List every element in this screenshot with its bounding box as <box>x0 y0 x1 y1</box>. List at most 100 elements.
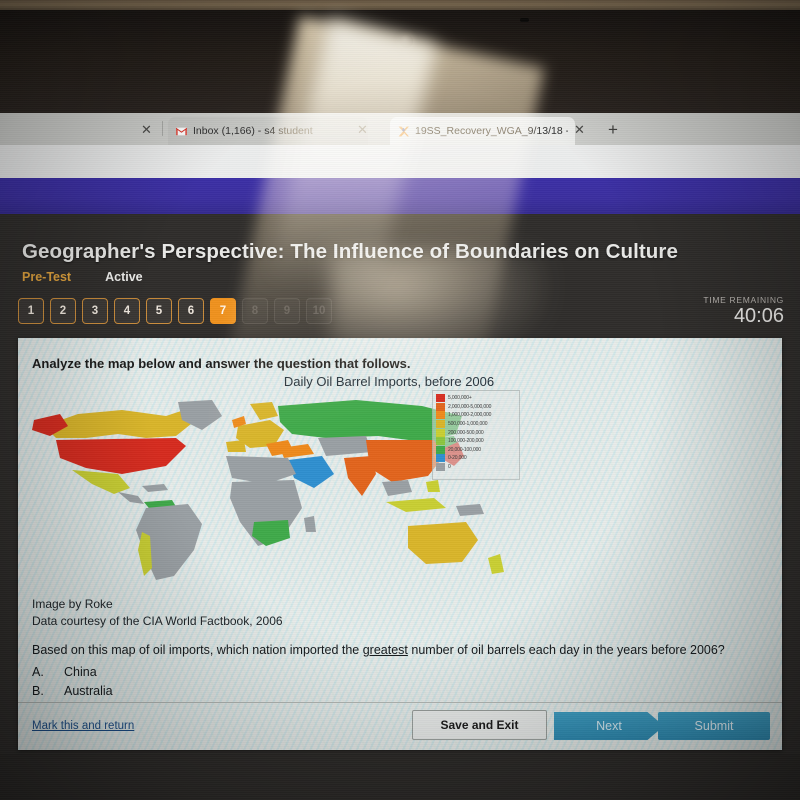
footer-divider <box>18 702 782 703</box>
region-united-states <box>56 438 186 474</box>
answer-letter-a: A. <box>32 665 44 679</box>
mark-and-return-link[interactable]: Mark this and return <box>32 720 134 732</box>
address-bar[interactable]: ity.com/Player/ <box>0 145 800 312</box>
assignment-meta: Pre-Test Active <box>22 270 143 284</box>
gmail-icon <box>175 125 188 138</box>
question-button-9: 9 <box>274 298 300 324</box>
region-new-zealand <box>488 554 504 574</box>
credit-line-1: Image by Roke <box>32 597 113 611</box>
legend-row: 5,000,000+ <box>436 394 517 403</box>
legend-row: 0 <box>436 463 517 472</box>
legend-row: 1,000,000-2,000,000 <box>436 411 517 420</box>
legend-label: 200,000-500,000 <box>448 429 484 436</box>
question-stem-before: Based on this map of oil imports, which … <box>32 643 363 657</box>
submit-button[interactable]: Submit <box>658 712 770 740</box>
legend-label: 5,000,000+ <box>448 395 472 402</box>
legend-swatch <box>436 437 445 446</box>
image-credit: Image by Roke Data courtesy of the CIA W… <box>32 596 283 630</box>
new-tab-button[interactable]: + <box>608 121 618 138</box>
legend-swatch <box>436 445 445 454</box>
legend-label: 0-20,000 <box>448 455 467 462</box>
edgenuity-icon <box>397 125 410 138</box>
legend-swatch <box>436 420 445 429</box>
question-button-2[interactable]: 2 <box>50 298 76 324</box>
question-navigator[interactable]: 1 2 3 4 5 6 7 8 9 10 <box>18 298 332 324</box>
answer-option-b[interactable]: B. Australia <box>32 682 113 701</box>
tab-title-gmail: Inbox (1,166) - s4 student <box>193 125 313 137</box>
answer-options[interactable]: A. China B. Australia <box>32 663 113 701</box>
question-button-7[interactable]: 7 <box>210 298 236 324</box>
region-scandinavia <box>250 402 278 420</box>
legend-row: 0-20,000 <box>436 454 517 463</box>
legend-label: 0 <box>448 464 451 471</box>
legend-label: 2,000,000-5,000,000 <box>448 403 492 410</box>
region-canada <box>44 410 196 438</box>
timer-value: 40:06 <box>733 305 784 327</box>
bezel-notch <box>520 18 529 22</box>
close-icon-tab-partial[interactable]: ✕ <box>141 123 152 136</box>
region-australia <box>408 522 478 564</box>
legend-label: 20,000-100,000 <box>448 446 481 453</box>
question-prompt: Analyze the map below and answer the que… <box>32 356 411 371</box>
region-india <box>344 456 376 496</box>
legend-label: 500,000-1,000,000 <box>448 421 488 428</box>
legend-swatch <box>436 394 445 403</box>
question-card: Analyze the map below and answer the que… <box>18 338 782 750</box>
region-north-africa <box>226 456 296 484</box>
laptop-photo: ✕ Inbox (1,166) - s4 student ✕ 19SS_Reco… <box>0 0 800 800</box>
region-central-asia <box>318 436 372 456</box>
question-button-4[interactable]: 4 <box>114 298 140 324</box>
legend-swatch <box>436 454 445 463</box>
answer-text-a: China <box>64 665 97 679</box>
legend-swatch <box>436 463 445 472</box>
credit-line-2: Data courtesy of the CIA World Factbook,… <box>32 614 283 628</box>
question-button-1[interactable]: 1 <box>18 298 44 324</box>
region-philippines <box>426 480 440 492</box>
region-southeast-asia <box>382 480 412 496</box>
legend-row: 200,000-500,000 <box>436 428 517 437</box>
answer-text-b: Australia <box>64 684 113 698</box>
question-stem-after: number of oil barrels each day in the ye… <box>407 643 725 657</box>
timer: TIME REMAINING 40:06 <box>703 295 784 326</box>
close-icon-tab-gmail[interactable]: ✕ <box>357 123 368 136</box>
question-button-5[interactable]: 5 <box>146 298 172 324</box>
page-title: Geographer's Perspective: The Influence … <box>22 240 679 263</box>
question-button-10: 10 <box>306 298 332 324</box>
region-madagascar <box>304 516 316 532</box>
region-caribbean <box>142 484 168 492</box>
region-central-america <box>118 492 144 504</box>
question-stem-emphasis: greatest <box>362 643 408 657</box>
legend-swatch <box>436 411 445 420</box>
tab-separator <box>162 121 163 136</box>
laptop-bezel <box>0 10 800 114</box>
tab-title-assignment: 19SS_Recovery_WGA_9/13/18 - <box>415 125 568 137</box>
webcam-icon <box>400 35 413 48</box>
legend-row: 20,000-100,000 <box>436 445 517 455</box>
region-png <box>456 504 484 516</box>
answer-option-a[interactable]: A. China <box>32 663 113 682</box>
legend-row: 500,000-1,000,000 <box>436 420 517 429</box>
map-title: Daily Oil Barrel Imports, before 2006 <box>283 374 495 389</box>
question-stem: Based on this map of oil imports, which … <box>32 643 772 657</box>
tab-assignment[interactable]: 19SS_Recovery_WGA_9/13/18 - <box>390 117 575 145</box>
legend-label: 1,000,000-2,000,000 <box>448 412 492 419</box>
map-legend: 5,000,000+ 2,000,000-5,000,000 1,000,000… <box>432 390 520 480</box>
next-button[interactable]: Next <box>554 712 664 740</box>
question-button-6[interactable]: 6 <box>178 298 204 324</box>
site-header-bar <box>0 178 800 214</box>
region-iberia <box>226 440 246 452</box>
close-icon-tab-assignment[interactable]: ✕ <box>574 123 585 136</box>
question-button-8: 8 <box>242 298 268 324</box>
legend-row: 100,000-200,000 <box>436 437 517 446</box>
region-indonesia <box>386 498 446 512</box>
answer-letter-b: B. <box>32 684 44 698</box>
legend-row: 2,000,000-5,000,000 <box>436 402 517 412</box>
tab-gmail[interactable]: Inbox (1,166) - s4 student <box>168 117 368 145</box>
timer-label: TIME REMAINING <box>703 295 784 305</box>
legend-swatch <box>436 402 445 411</box>
save-and-exit-button[interactable]: Save and Exit <box>412 710 547 740</box>
legend-label: 100,000-200,000 <box>448 438 484 445</box>
question-button-3[interactable]: 3 <box>82 298 108 324</box>
assignment-type-label: Pre-Test <box>22 270 72 284</box>
assignment-status-label: Active <box>105 270 143 284</box>
